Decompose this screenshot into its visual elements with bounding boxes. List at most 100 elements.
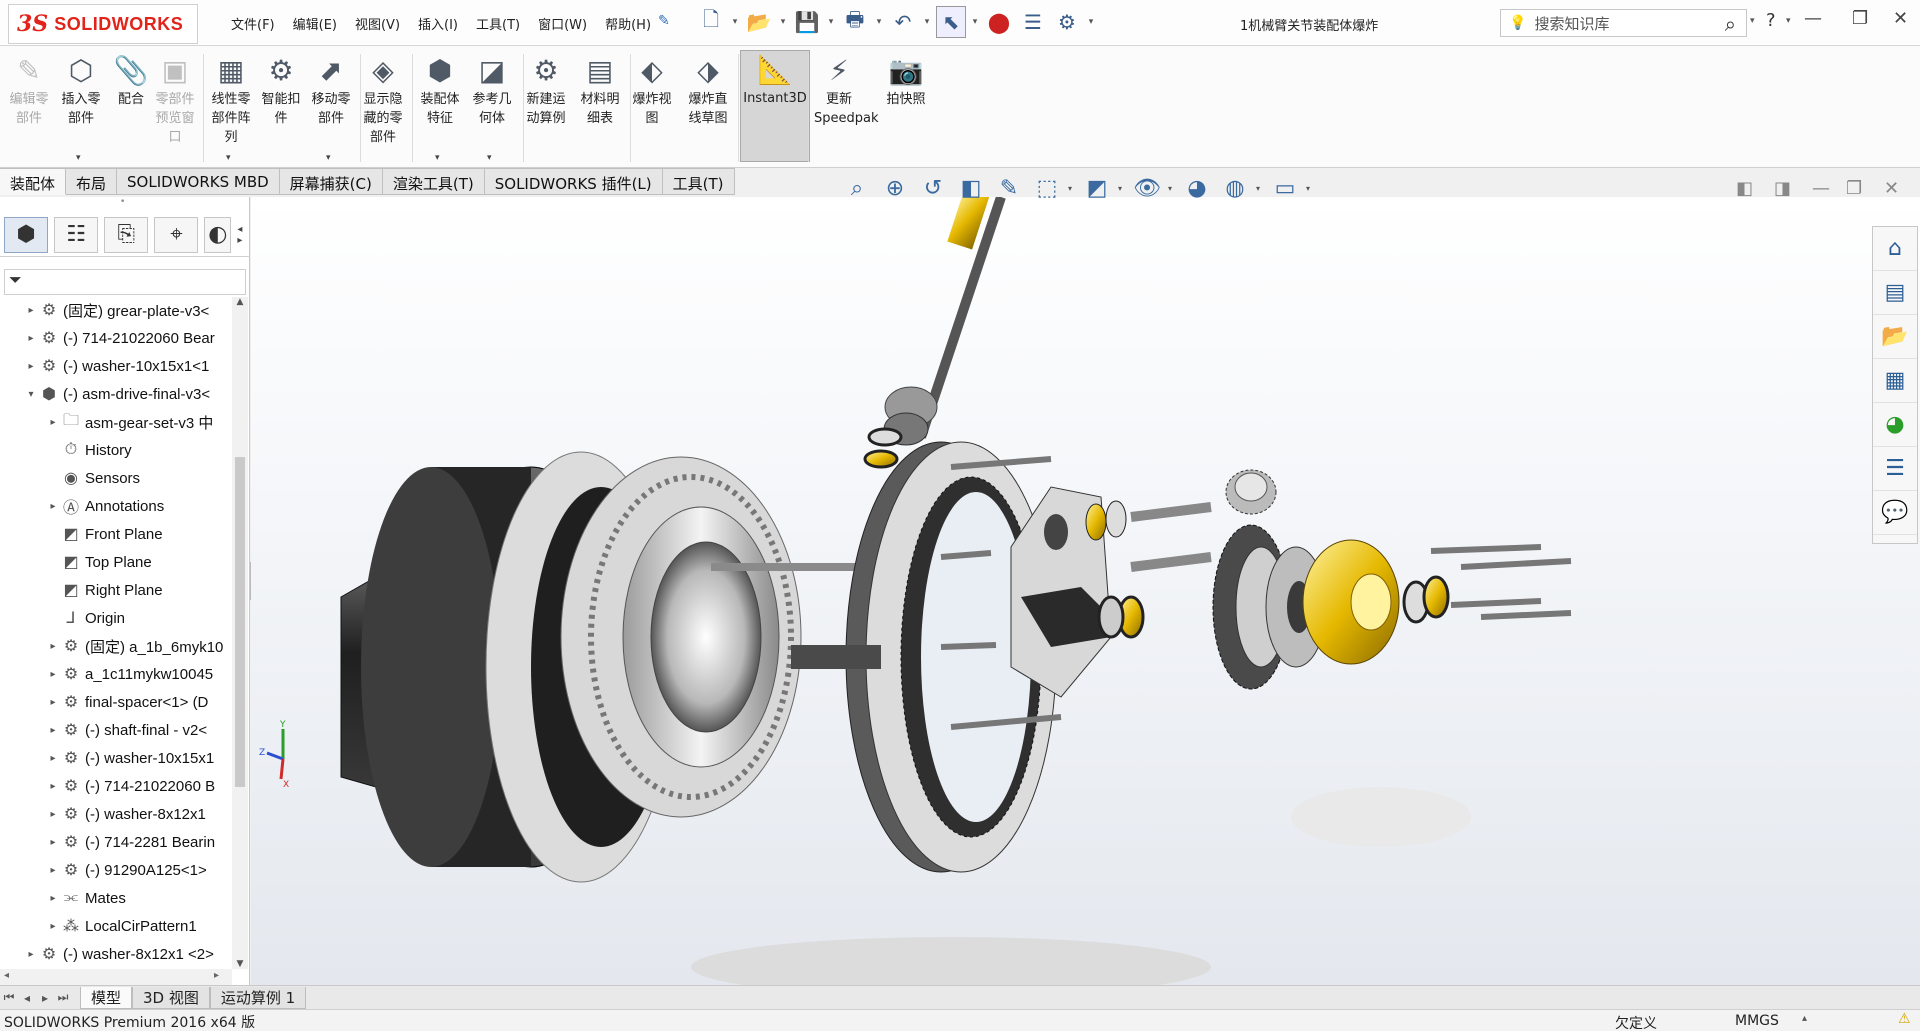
command-tab[interactable]: 工具(T)	[662, 168, 735, 195]
ribbon-button-move-component[interactable]: ⬈ 移动零部件	[306, 52, 356, 128]
tree-horizontal-scrollbar[interactable]: ◂ ▸	[0, 969, 232, 985]
tab-last-icon[interactable]: ⏭	[54, 990, 72, 1005]
tab-3d-views[interactable]: 3D 视图	[132, 986, 210, 1009]
hide-show-items-icon[interactable]: 👁	[1130, 172, 1164, 204]
view-palette-icon[interactable]: ▦	[1873, 359, 1917, 403]
ribbon-button-insert-components[interactable]: ⬡ 插入零部件	[56, 52, 106, 128]
tree-item[interactable]: ▸ 🗀 asm-gear-set-v3 中	[46, 409, 213, 435]
ribbon-button-exploded-view[interactable]: ⬖ 爆炸视图	[627, 52, 677, 128]
tree-expand-icon[interactable]: ▸	[46, 641, 60, 652]
tree-item[interactable]: ▸ ⚙ (固定) a_1b_6myk10	[46, 633, 223, 659]
ribbon-button-new-motion-study[interactable]: ⚙ 新建运动算例	[521, 52, 571, 128]
close-icon[interactable]: ✕	[1893, 8, 1908, 29]
tree-expand-icon[interactable]: ▸	[46, 781, 60, 792]
save-icon[interactable]: 💾	[792, 6, 822, 38]
scroll-left-icon[interactable]: ◂	[4, 970, 9, 981]
ribbon-button-smart-fasteners[interactable]: ⚙ 智能扣件	[256, 52, 306, 128]
tree-expand-icon[interactable]: ▸	[46, 753, 60, 764]
tree-item[interactable]: ▸ ⚙ (-) 714-2281 Bearin	[46, 829, 215, 855]
scene-dropdown-icon[interactable]: ▾	[1256, 184, 1264, 193]
previous-view-icon[interactable]: ↺	[916, 172, 950, 204]
viewport-split-right-icon[interactable]: ◨	[1774, 178, 1791, 199]
search-icon[interactable]: ⌕	[1725, 12, 1736, 36]
menu-item[interactable]: 工具(T)	[467, 14, 529, 33]
tree-expand-icon[interactable]: ▸	[24, 305, 38, 316]
view-settings-icon[interactable]: ▭	[1268, 172, 1302, 204]
print-dropdown-icon[interactable]: ▾	[874, 17, 884, 27]
ribbon-dropdown-icon[interactable]: ▾	[435, 153, 440, 163]
solidworks-logo[interactable]: 3S SOLIDWORKS	[8, 4, 198, 44]
rebuild-traffic-light-icon[interactable]: ⬤	[984, 6, 1014, 38]
zoom-to-fit-icon[interactable]: ⌕	[840, 172, 874, 204]
custom-properties-icon[interactable]: ☰	[1873, 447, 1917, 491]
tree-item[interactable]: ▾ ⬢ (-) asm-drive-final-v3<	[24, 381, 210, 407]
tree-expand-icon[interactable]: ▸	[24, 333, 38, 344]
save-dropdown-icon[interactable]: ▾	[826, 17, 836, 27]
help-icon[interactable]: ?	[1766, 10, 1776, 31]
tree-expand-icon[interactable]: ▸	[46, 669, 60, 680]
tree-item[interactable]: ▸ ⁂ LocalCirPattern1	[46, 913, 196, 939]
tree-item[interactable]: ◩ Front Plane	[46, 521, 162, 547]
open-folder-icon[interactable]: 📂	[744, 6, 774, 38]
select-dropdown-icon[interactable]: ▾	[970, 17, 980, 27]
search-knowledge-base-input[interactable]: 💡 搜索知识库 ⌕	[1500, 9, 1747, 37]
options-dropdown-icon[interactable]: ▾	[1086, 17, 1096, 27]
ribbon-button-instant3d[interactable]: 📐 Instant3D	[740, 50, 810, 162]
viewport-minimize-icon[interactable]: —	[1812, 178, 1830, 199]
tab-model[interactable]: 模型	[80, 986, 133, 1009]
tree-expand-icon[interactable]: ▾	[24, 389, 38, 400]
menu-item[interactable]: 文件(F)	[222, 14, 284, 33]
undo-dropdown-icon[interactable]: ▾	[922, 17, 932, 27]
appearances-scenes-icon[interactable]: ◕	[1873, 403, 1917, 447]
pin-menu-icon[interactable]: ✎	[658, 13, 670, 29]
section-view-icon[interactable]: ◧	[954, 172, 988, 204]
tree-expand-icon[interactable]: ▸	[46, 865, 60, 876]
menu-item[interactable]: 视图(V)	[346, 14, 409, 33]
unit-system-selector[interactable]: MMGS	[1735, 1013, 1779, 1029]
menu-item[interactable]: 窗口(W)	[529, 14, 596, 33]
display-style-icon[interactable]: ◩	[1080, 172, 1114, 204]
tree-expand-icon[interactable]: ▸	[24, 949, 38, 960]
tree-expand-icon[interactable]: ▸	[46, 921, 60, 932]
zoom-to-area-icon[interactable]: ⊕	[878, 172, 912, 204]
file-explorer-icon[interactable]: 📂	[1873, 315, 1917, 359]
tree-item[interactable]: ◩ Top Plane	[46, 549, 151, 575]
command-tab[interactable]: 屏幕捕获(C)	[279, 168, 383, 195]
undo-icon[interactable]: ↶	[888, 6, 918, 38]
tree-item[interactable]: ▸ ⚙ (-) washer-8x12x1 <2>	[24, 941, 213, 967]
tab-next-icon[interactable]: ▸	[36, 991, 54, 1005]
tree-item[interactable]: ⏱ History	[46, 437, 132, 463]
ribbon-dropdown-icon[interactable]: ▾	[487, 153, 492, 163]
apply-scene-icon[interactable]: ◍	[1218, 172, 1252, 204]
tree-expand-icon[interactable]: ▸	[24, 361, 38, 372]
scroll-thumb[interactable]	[235, 457, 245, 787]
forum-icon[interactable]: 💬	[1873, 491, 1917, 535]
viewport-split-left-icon[interactable]: ◧	[1736, 178, 1753, 199]
tree-item[interactable]: ◉ Sensors	[46, 465, 140, 491]
ribbon-button-show-hidden[interactable]: ◈ 显示隐藏的零部件	[358, 52, 408, 147]
viewport-close-icon[interactable]: ✕	[1884, 178, 1899, 199]
ribbon-button-speedpak[interactable]: ⚡ 更新Speedpak	[814, 52, 879, 128]
select-arrow-icon[interactable]: ⬉	[936, 6, 966, 38]
scroll-right-icon[interactable]: ▸	[214, 970, 219, 981]
display-style-dropdown-icon[interactable]: ▾	[1118, 184, 1126, 193]
tree-item[interactable]: ▸ ⚙ (-) washer-8x12x1	[46, 801, 205, 827]
view-orientation-dropdown-icon[interactable]: ▾	[1068, 184, 1076, 193]
ribbon-button-mate[interactable]: 📎 配合	[106, 52, 156, 109]
tree-item[interactable]: ▸ ⚙ (-) 714-21022060 Bear	[24, 325, 214, 351]
ribbon-dropdown-icon[interactable]: ▾	[76, 153, 81, 163]
tab-motion-study-1[interactable]: 运动算例 1	[209, 986, 307, 1009]
tree-item[interactable]: ⅃ Origin	[46, 605, 125, 631]
file-properties-icon[interactable]: ☰	[1018, 6, 1048, 38]
view-settings-dropdown-icon[interactable]: ▾	[1306, 184, 1314, 193]
ribbon-button-component-preview[interactable]: ▣ 零部件预览窗口	[150, 52, 200, 147]
ribbon-button-snapshot[interactable]: 📷 拍快照	[881, 52, 931, 109]
property-manager-tab-icon[interactable]: ☷	[54, 216, 99, 253]
print-icon[interactable]: 🖶	[840, 6, 870, 38]
scroll-down-icon[interactable]: ▼	[232, 959, 248, 969]
ribbon-button-edit-component[interactable]: ✎ 编辑零部件	[4, 52, 54, 128]
ribbon-button-reference-geometry[interactable]: ◪ 参考几何体	[467, 52, 517, 128]
configuration-manager-tab-icon[interactable]: ⎘	[104, 216, 149, 253]
ribbon-button-bom[interactable]: ▤ 材料明细表	[575, 52, 625, 128]
tree-item[interactable]: ▸ ⚙ (固定) grear-plate-v3<	[24, 297, 209, 323]
